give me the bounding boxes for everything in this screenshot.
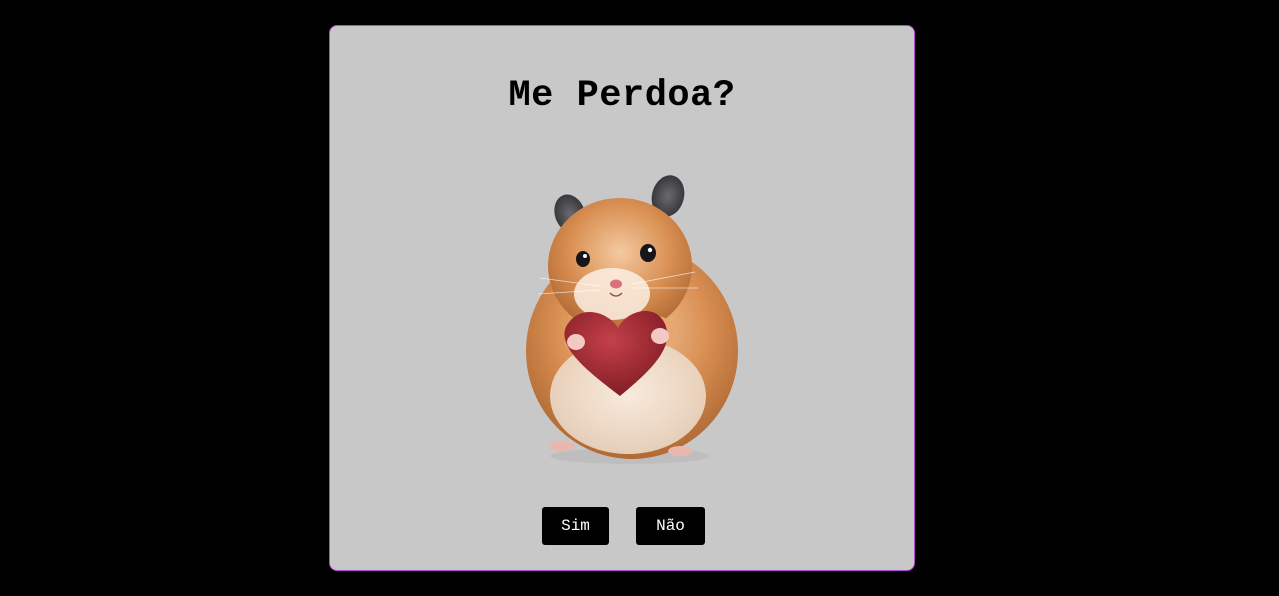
no-button[interactable]: Não [636, 507, 705, 545]
yes-button[interactable]: Sim [542, 507, 609, 545]
page-title: Me Perdoa? [508, 75, 736, 117]
apology-card: Me Perdoa? Sim Não [329, 25, 915, 571]
hamster-heart-image [526, 175, 738, 464]
